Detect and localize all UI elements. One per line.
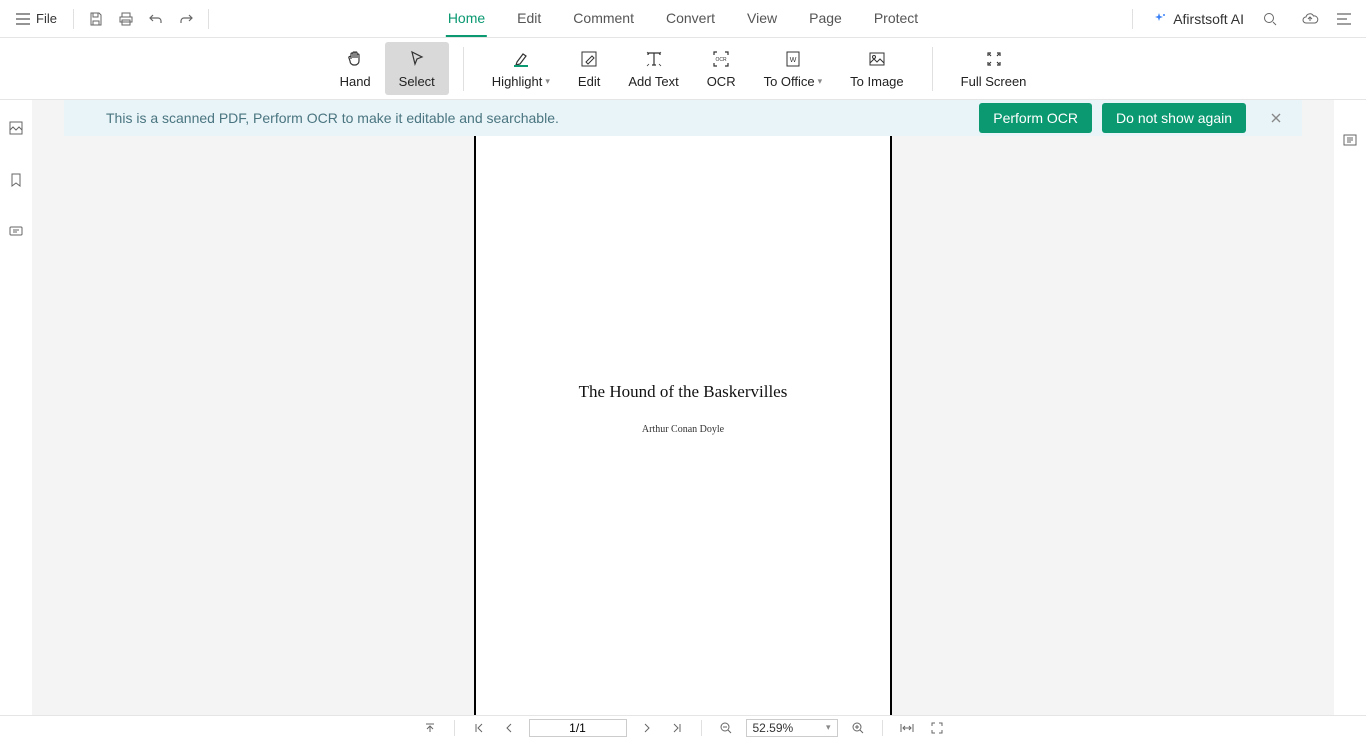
ribbon-toolbar: Hand Select Highlight▾ Edit Add Tex xyxy=(0,38,1366,100)
search-icon[interactable] xyxy=(1256,5,1284,33)
to-image-icon xyxy=(867,48,887,70)
ribbon-separator xyxy=(932,47,933,91)
undo-icon[interactable] xyxy=(142,5,170,33)
tool-to-office-label: To Office▾ xyxy=(764,74,823,89)
print-icon[interactable] xyxy=(112,5,140,33)
tab-comment[interactable]: Comment xyxy=(571,0,636,37)
cursor-icon xyxy=(407,48,427,70)
zoom-level-text: 52.59% xyxy=(753,721,794,735)
scroll-top-icon[interactable] xyxy=(420,718,440,738)
tab-edit[interactable]: Edit xyxy=(515,0,543,37)
tool-select-label: Select xyxy=(399,74,435,89)
zoom-out-icon[interactable] xyxy=(716,718,736,738)
workspace: This is a scanned PDF, Perform OCR to ma… xyxy=(32,100,1334,715)
document-author: Arthur Conan Doyle xyxy=(642,424,724,435)
window-controls xyxy=(1296,5,1358,33)
tool-add-text[interactable]: Add Text xyxy=(614,42,692,95)
tool-hand-label: Hand xyxy=(340,74,371,89)
ribbon-separator xyxy=(463,47,464,91)
tool-full-screen-label: Full Screen xyxy=(961,74,1027,89)
fit-page-icon[interactable] xyxy=(927,718,947,738)
divider xyxy=(208,9,209,29)
tab-view[interactable]: View xyxy=(745,0,779,37)
menu-bar: File Home Edit Comment Convert View Page… xyxy=(0,0,1366,38)
tool-edit-label: Edit xyxy=(578,74,600,89)
chevron-down-icon: ▾ xyxy=(818,76,823,87)
file-menu[interactable]: File xyxy=(8,7,65,30)
tool-full-screen[interactable]: Full Screen xyxy=(947,42,1041,95)
page-container: The Hound of the Baskervilles Arthur Con… xyxy=(32,136,1334,715)
hand-icon xyxy=(345,48,365,70)
ribbon-group-edit: Highlight▾ Edit Add Text OCR OCR W To Of… xyxy=(478,42,918,95)
perform-ocr-button[interactable]: Perform OCR xyxy=(979,103,1092,133)
ai-brand-label: Afirstsoft AI xyxy=(1173,11,1244,27)
zoom-level-dropdown[interactable]: 52.59% ▾ xyxy=(746,719,838,737)
comments-icon[interactable] xyxy=(2,218,30,246)
cloud-icon[interactable] xyxy=(1296,5,1324,33)
add-text-icon xyxy=(644,48,664,70)
next-page-icon[interactable] xyxy=(637,718,657,738)
status-bar: 52.59% ▾ xyxy=(0,715,1366,739)
do-not-show-again-button[interactable]: Do not show again xyxy=(1102,103,1246,133)
tab-home[interactable]: Home xyxy=(446,0,487,37)
svg-text:W: W xyxy=(790,57,797,64)
first-page-icon[interactable] xyxy=(469,718,489,738)
document-page[interactable]: The Hound of the Baskervilles Arthur Con… xyxy=(474,136,892,715)
last-page-icon[interactable] xyxy=(667,718,687,738)
highlight-icon xyxy=(510,48,532,70)
panel-icon[interactable] xyxy=(1336,126,1364,154)
separator xyxy=(882,720,883,736)
tool-ocr-label: OCR xyxy=(707,74,736,89)
tool-highlight-label: Highlight▾ xyxy=(492,74,550,89)
divider xyxy=(1132,9,1133,29)
bookmark-icon[interactable] xyxy=(2,166,30,194)
ocr-notification-message: This is a scanned PDF, Perform OCR to ma… xyxy=(106,110,559,126)
hamburger-icon xyxy=(16,13,30,25)
ocr-icon: OCR xyxy=(711,48,731,70)
thumbnails-icon[interactable] xyxy=(2,114,30,142)
fullscreen-icon xyxy=(984,48,1004,70)
right-sidebar xyxy=(1334,100,1366,715)
save-icon[interactable] xyxy=(82,5,110,33)
tool-to-image[interactable]: To Image xyxy=(836,42,917,95)
menu-tabs: Home Edit Comment Convert View Page Prot… xyxy=(446,0,920,37)
chevron-down-icon: ▾ xyxy=(826,722,831,733)
tool-highlight[interactable]: Highlight▾ xyxy=(478,42,564,95)
close-icon[interactable] xyxy=(1264,106,1288,130)
ocr-notification-bar: This is a scanned PDF, Perform OCR to ma… xyxy=(64,100,1302,136)
tool-to-office[interactable]: W To Office▾ xyxy=(750,42,837,95)
sparkle-icon xyxy=(1151,11,1167,27)
zoom-in-icon[interactable] xyxy=(848,718,868,738)
tool-hand[interactable]: Hand xyxy=(326,42,385,95)
menu-right-cluster: Afirstsoft AI xyxy=(1126,5,1358,33)
tool-to-image-label: To Image xyxy=(850,74,903,89)
tool-add-text-label: Add Text xyxy=(628,74,678,89)
page-number-input[interactable] xyxy=(529,719,627,737)
menu-lines-icon[interactable] xyxy=(1330,5,1358,33)
prev-page-icon[interactable] xyxy=(499,718,519,738)
ai-brand[interactable]: Afirstsoft AI xyxy=(1151,11,1244,27)
menu-left-cluster: File xyxy=(8,5,215,33)
to-office-icon: W xyxy=(783,48,803,70)
left-sidebar xyxy=(0,100,32,715)
tool-edit[interactable]: Edit xyxy=(564,42,614,95)
separator xyxy=(454,720,455,736)
tool-select[interactable]: Select xyxy=(385,42,449,95)
tab-protect[interactable]: Protect xyxy=(872,0,920,37)
chevron-down-icon: ▾ xyxy=(545,76,550,87)
ribbon-group-view: Full Screen xyxy=(947,42,1041,95)
edit-icon xyxy=(579,48,599,70)
tab-page[interactable]: Page xyxy=(807,0,844,37)
tool-ocr[interactable]: OCR OCR xyxy=(693,42,750,95)
ribbon-group-mode: Hand Select xyxy=(326,42,449,95)
file-label: File xyxy=(36,11,57,26)
tab-convert[interactable]: Convert xyxy=(664,0,717,37)
separator xyxy=(701,720,702,736)
divider xyxy=(73,9,74,29)
redo-icon[interactable] xyxy=(172,5,200,33)
document-title: The Hound of the Baskervilles xyxy=(579,382,788,402)
fit-width-icon[interactable] xyxy=(897,718,917,738)
svg-text:OCR: OCR xyxy=(716,57,728,63)
